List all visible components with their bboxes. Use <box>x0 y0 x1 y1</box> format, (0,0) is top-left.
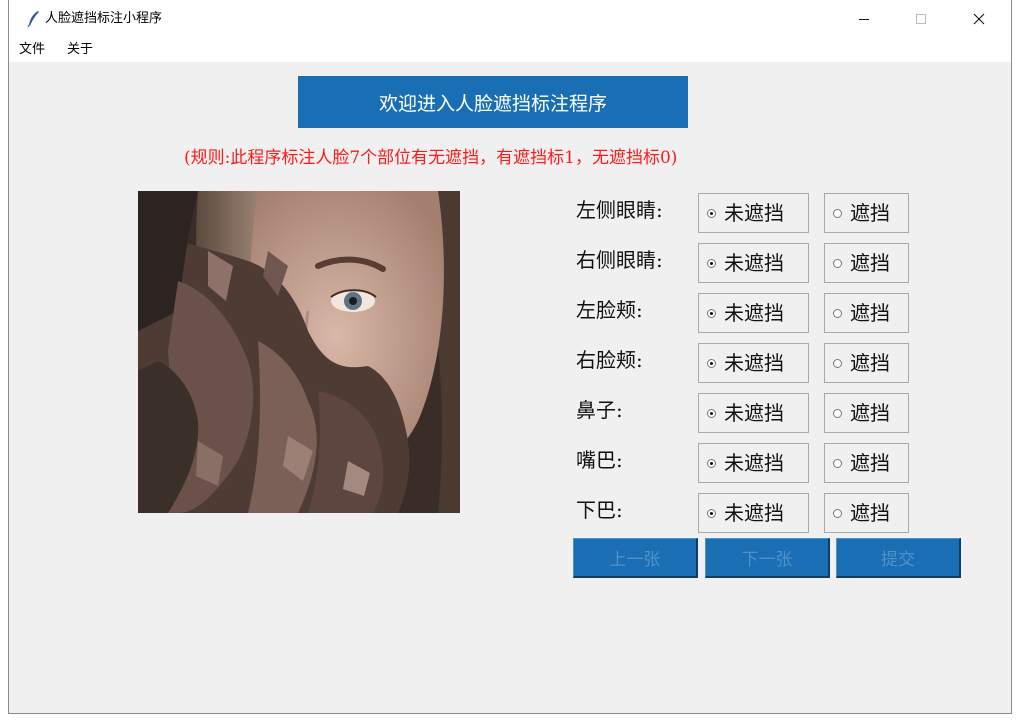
label-nose: 鼻子: <box>576 398 623 422</box>
radio-unselected-icon <box>833 458 842 468</box>
face-image <box>138 191 460 513</box>
menu-about[interactable]: 关于 <box>67 41 93 59</box>
chin-not-occluded-radio[interactable]: 未遮挡 <box>698 493 809 533</box>
menu-file[interactable]: 文件 <box>19 41 45 59</box>
radio-selected-icon <box>707 458 716 468</box>
radio-unselected-icon <box>833 208 842 218</box>
nose-not-occluded-radio[interactable]: 未遮挡 <box>698 393 809 433</box>
app-window: 人脸遮挡标注小程序 文件 关于 欢迎进入人脸遮挡标注程序 (规则:此程序标注人脸… <box>8 0 1012 714</box>
radio-unselected-icon <box>833 258 842 268</box>
radio-label: 未遮挡 <box>724 501 784 525</box>
radio-label: 遮挡 <box>850 351 890 375</box>
prev-image-button[interactable]: 上一张 <box>573 538 698 578</box>
left-eye-not-occluded-radio[interactable]: 未遮挡 <box>698 193 809 233</box>
radio-selected-icon <box>707 258 716 268</box>
maximize-icon <box>916 14 926 24</box>
right-eye-occluded-radio[interactable]: 遮挡 <box>824 243 909 283</box>
radio-unselected-icon <box>833 508 842 518</box>
label-mouth: 嘴巴: <box>576 448 623 472</box>
radio-label: 未遮挡 <box>724 251 784 275</box>
radio-label: 未遮挡 <box>724 451 784 475</box>
radio-selected-icon <box>707 508 716 518</box>
next-image-button[interactable]: 下一张 <box>705 538 830 578</box>
close-icon <box>973 13 985 25</box>
radio-label: 遮挡 <box>850 501 890 525</box>
radio-label: 未遮挡 <box>724 301 784 325</box>
welcome-banner: 欢迎进入人脸遮挡标注程序 <box>298 76 688 128</box>
mouth-occluded-radio[interactable]: 遮挡 <box>824 443 909 483</box>
right-cheek-occluded-radio[interactable]: 遮挡 <box>824 343 909 383</box>
title-bar[interactable]: 人脸遮挡标注小程序 <box>9 0 1011 38</box>
radio-label: 遮挡 <box>850 301 890 325</box>
face-photo-icon <box>138 191 460 513</box>
label-right-cheek: 右脸颊: <box>576 348 643 372</box>
menu-bar: 文件 关于 <box>9 38 1011 62</box>
window-title: 人脸遮挡标注小程序 <box>45 11 163 26</box>
radio-selected-icon <box>707 208 716 218</box>
radio-label: 未遮挡 <box>724 351 784 375</box>
right-eye-not-occluded-radio[interactable]: 未遮挡 <box>698 243 809 283</box>
radio-label: 未遮挡 <box>724 401 784 425</box>
maximize-button[interactable] <box>898 0 944 38</box>
label-chin: 下巴: <box>576 498 623 522</box>
mouth-not-occluded-radio[interactable]: 未遮挡 <box>698 443 809 483</box>
left-cheek-occluded-radio[interactable]: 遮挡 <box>824 293 909 333</box>
submit-button[interactable]: 提交 <box>836 538 961 578</box>
radio-selected-icon <box>707 358 716 368</box>
radio-unselected-icon <box>833 358 842 368</box>
radio-label: 遮挡 <box>850 451 890 475</box>
radio-label: 遮挡 <box>850 401 890 425</box>
label-left-eye: 左侧眼睛: <box>576 198 663 222</box>
radio-label: 遮挡 <box>850 201 890 225</box>
minimize-icon <box>859 19 869 20</box>
radio-unselected-icon <box>833 308 842 318</box>
radio-selected-icon <box>707 308 716 318</box>
rule-text: (规则:此程序标注人脸7个部位有无遮挡，有遮挡标1，无遮挡标0) <box>184 148 678 168</box>
label-left-cheek: 左脸颊: <box>576 298 643 322</box>
right-cheek-not-occluded-radio[interactable]: 未遮挡 <box>698 343 809 383</box>
minimize-button[interactable] <box>841 0 887 38</box>
left-eye-occluded-radio[interactable]: 遮挡 <box>824 193 909 233</box>
left-cheek-not-occluded-radio[interactable]: 未遮挡 <box>698 293 809 333</box>
chin-occluded-radio[interactable]: 遮挡 <box>824 493 909 533</box>
nose-occluded-radio[interactable]: 遮挡 <box>824 393 909 433</box>
feather-icon <box>27 11 39 28</box>
label-right-eye: 右侧眼睛: <box>576 248 663 272</box>
radio-selected-icon <box>707 408 716 418</box>
radio-unselected-icon <box>833 408 842 418</box>
radio-label: 未遮挡 <box>724 201 784 225</box>
close-button[interactable] <box>956 0 1002 38</box>
radio-label: 遮挡 <box>850 251 890 275</box>
